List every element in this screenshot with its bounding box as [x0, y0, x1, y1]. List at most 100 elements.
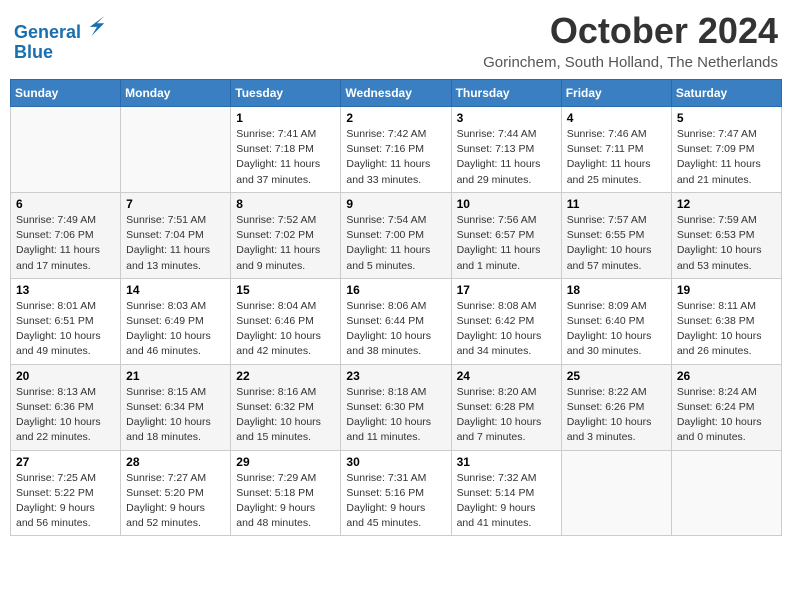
calendar-week-row: 1 Sunrise: 7:41 AMSunset: 7:18 PMDaylight… — [11, 107, 782, 193]
calendar-cell — [11, 107, 121, 193]
day-number: 20 — [16, 369, 115, 383]
calendar-week-row: 20Sunrise: 8:13 AMSunset: 6:36 PMDayligh… — [11, 364, 782, 450]
day-number: 2 — [346, 111, 445, 125]
calendar-cell: 17 Sunrise: 8:08 AMSunset: 6:42 PMDayligh… — [451, 278, 561, 364]
day-number: 5 — [677, 111, 776, 125]
logo-blue: Blue — [14, 42, 53, 62]
day-info: Sunrise: 7:47 AMSunset: 7:09 PMDaylight:… — [677, 127, 776, 188]
day-info: Sunrise: 7:29 AMSunset: 5:18 PMDaylight:… — [236, 471, 335, 532]
calendar-cell — [561, 450, 671, 536]
day-number: 18 — [567, 283, 666, 297]
day-number: 11 — [567, 197, 666, 211]
calendar-cell: 26 Sunrise: 8:24 AMSunset: 6:24 PMDayligh… — [671, 364, 781, 450]
day-info: Sunrise: 7:54 AMSunset: 7:00 PMDaylight:… — [346, 213, 445, 274]
day-number: 6 — [16, 197, 115, 211]
calendar-cell: 4 Sunrise: 7:46 AMSunset: 7:11 PMDaylight… — [561, 107, 671, 193]
calendar-cell: 19 Sunrise: 8:11 AMSunset: 6:38 PMDayligh… — [671, 278, 781, 364]
day-number: 28 — [126, 455, 225, 469]
day-info: Sunrise: 8:04 AMSunset: 6:46 PMDaylight:… — [236, 299, 335, 360]
calendar-cell: 13 Sunrise: 8:01 AMSunset: 6:51 PMDayligh… — [11, 278, 121, 364]
calendar-cell: 9 Sunrise: 7:54 AMSunset: 7:00 PMDaylight… — [341, 192, 451, 278]
day-info: Sunrise: 8:18 AMSunset: 6:30 PMDaylight:… — [346, 385, 445, 446]
day-info: Sunrise: 7:31 AMSunset: 5:16 PMDaylight:… — [346, 471, 445, 532]
column-header-wednesday: Wednesday — [341, 80, 451, 107]
day-number: 25 — [567, 369, 666, 383]
day-number: 30 — [346, 455, 445, 469]
day-info: Sunrise: 7:57 AMSunset: 6:55 PMDaylight:… — [567, 213, 666, 274]
calendar-cell: 3Sunrise: 7:44 AMSunset: 7:13 PMDaylight… — [451, 107, 561, 193]
calendar-cell: 20Sunrise: 8:13 AMSunset: 6:36 PMDayligh… — [11, 364, 121, 450]
column-header-saturday: Saturday — [671, 80, 781, 107]
column-header-thursday: Thursday — [451, 80, 561, 107]
day-number: 27 — [16, 455, 115, 469]
day-info: Sunrise: 7:32 AMSunset: 5:14 PMDaylight:… — [457, 471, 556, 532]
day-info: Sunrise: 7:41 AMSunset: 7:18 PMDaylight:… — [236, 127, 335, 188]
day-info: Sunrise: 8:16 AMSunset: 6:32 PMDaylight:… — [236, 385, 335, 446]
calendar-cell: 28 Sunrise: 7:27 AMSunset: 5:20 PMDayligh… — [121, 450, 231, 536]
day-number: 24 — [457, 369, 556, 383]
day-number: 14 — [126, 283, 225, 297]
day-number: 21 — [126, 369, 225, 383]
day-number: 31 — [457, 455, 556, 469]
calendar-table: SundayMondayTuesdayWednesdayThursdayFrid… — [10, 79, 782, 536]
calendar-cell: 15 Sunrise: 8:04 AMSunset: 6:46 PMDayligh… — [231, 278, 341, 364]
day-info: Sunrise: 7:51 AMSunset: 7:04 PMDaylight:… — [126, 213, 225, 274]
logo: General Blue — [14, 14, 106, 63]
column-header-monday: Monday — [121, 80, 231, 107]
calendar-cell: 25Sunrise: 8:22 AMSunset: 6:26 PMDayligh… — [561, 364, 671, 450]
calendar-header-row: SundayMondayTuesdayWednesdayThursdayFrid… — [11, 80, 782, 107]
month-title: October 2024 — [483, 10, 778, 52]
day-info: Sunrise: 8:06 AMSunset: 6:44 PMDaylight:… — [346, 299, 445, 360]
day-info: Sunrise: 8:09 AMSunset: 6:40 PMDaylight:… — [567, 299, 666, 360]
day-info: Sunrise: 8:11 AMSunset: 6:38 PMDaylight:… — [677, 299, 776, 360]
calendar-cell: 11 Sunrise: 7:57 AMSunset: 6:55 PMDayligh… — [561, 192, 671, 278]
day-info: Sunrise: 7:25 AMSunset: 5:22 PMDaylight:… — [16, 471, 115, 532]
page-header: General Blue October 2024 Gorinchem, Sou… — [10, 10, 782, 71]
day-number: 9 — [346, 197, 445, 211]
day-info: Sunrise: 8:15 AMSunset: 6:34 PMDaylight:… — [126, 385, 225, 446]
day-number: 3 — [457, 111, 556, 125]
day-info: Sunrise: 7:59 AMSunset: 6:53 PMDaylight:… — [677, 213, 776, 274]
day-info: Sunrise: 8:24 AMSunset: 6:24 PMDaylight:… — [677, 385, 776, 446]
day-number: 15 — [236, 283, 335, 297]
calendar-cell: 27 Sunrise: 7:25 AMSunset: 5:22 PMDayligh… — [11, 450, 121, 536]
calendar-cell: 30 Sunrise: 7:31 AMSunset: 5:16 PMDayligh… — [341, 450, 451, 536]
location-subtitle: Gorinchem, South Holland, The Netherland… — [483, 54, 778, 71]
day-info: Sunrise: 8:20 AMSunset: 6:28 PMDaylight:… — [457, 385, 556, 446]
calendar-cell: 14 Sunrise: 8:03 AMSunset: 6:49 PMDayligh… — [121, 278, 231, 364]
calendar-cell: 16 Sunrise: 8:06 AMSunset: 6:44 PMDayligh… — [341, 278, 451, 364]
day-info: Sunrise: 7:49 AMSunset: 7:06 PMDaylight:… — [16, 213, 115, 274]
day-number: 17 — [457, 283, 556, 297]
logo-general: General — [14, 22, 81, 42]
day-number: 1 — [236, 111, 335, 125]
calendar-cell: 31 Sunrise: 7:32 AMSunset: 5:14 PMDayligh… — [451, 450, 561, 536]
day-info: Sunrise: 7:27 AMSunset: 5:20 PMDaylight:… — [126, 471, 225, 532]
calendar-cell: 24 Sunrise: 8:20 AMSunset: 6:28 PMDayligh… — [451, 364, 561, 450]
day-number: 26 — [677, 369, 776, 383]
day-info: Sunrise: 8:03 AMSunset: 6:49 PMDaylight:… — [126, 299, 225, 360]
day-info: Sunrise: 8:01 AMSunset: 6:51 PMDaylight:… — [16, 299, 115, 360]
day-info: Sunrise: 8:08 AMSunset: 6:42 PMDaylight:… — [457, 299, 556, 360]
column-header-tuesday: Tuesday — [231, 80, 341, 107]
day-number: 13 — [16, 283, 115, 297]
day-number: 29 — [236, 455, 335, 469]
calendar-cell: 12 Sunrise: 7:59 AMSunset: 6:53 PMDayligh… — [671, 192, 781, 278]
day-number: 16 — [346, 283, 445, 297]
day-number: 12 — [677, 197, 776, 211]
calendar-cell: 2Sunrise: 7:42 AMSunset: 7:16 PMDaylight… — [341, 107, 451, 193]
calendar-cell — [121, 107, 231, 193]
calendar-cell: 18 Sunrise: 8:09 AMSunset: 6:40 PMDayligh… — [561, 278, 671, 364]
calendar-cell: 6 Sunrise: 7:49 AMSunset: 7:06 PMDaylight… — [11, 192, 121, 278]
logo-bird-icon — [88, 14, 106, 38]
day-number: 19 — [677, 283, 776, 297]
title-area: October 2024 Gorinchem, South Holland, T… — [483, 10, 778, 71]
calendar-cell: 7Sunrise: 7:51 AMSunset: 7:04 PMDaylight… — [121, 192, 231, 278]
column-header-friday: Friday — [561, 80, 671, 107]
calendar-cell: 21 Sunrise: 8:15 AMSunset: 6:34 PMDayligh… — [121, 364, 231, 450]
day-info: Sunrise: 7:46 AMSunset: 7:11 PMDaylight:… — [567, 127, 666, 188]
day-number: 8 — [236, 197, 335, 211]
day-number: 4 — [567, 111, 666, 125]
calendar-cell: 22 Sunrise: 8:16 AMSunset: 6:32 PMDayligh… — [231, 364, 341, 450]
day-number: 22 — [236, 369, 335, 383]
calendar-cell: 29 Sunrise: 7:29 AMSunset: 5:18 PMDayligh… — [231, 450, 341, 536]
